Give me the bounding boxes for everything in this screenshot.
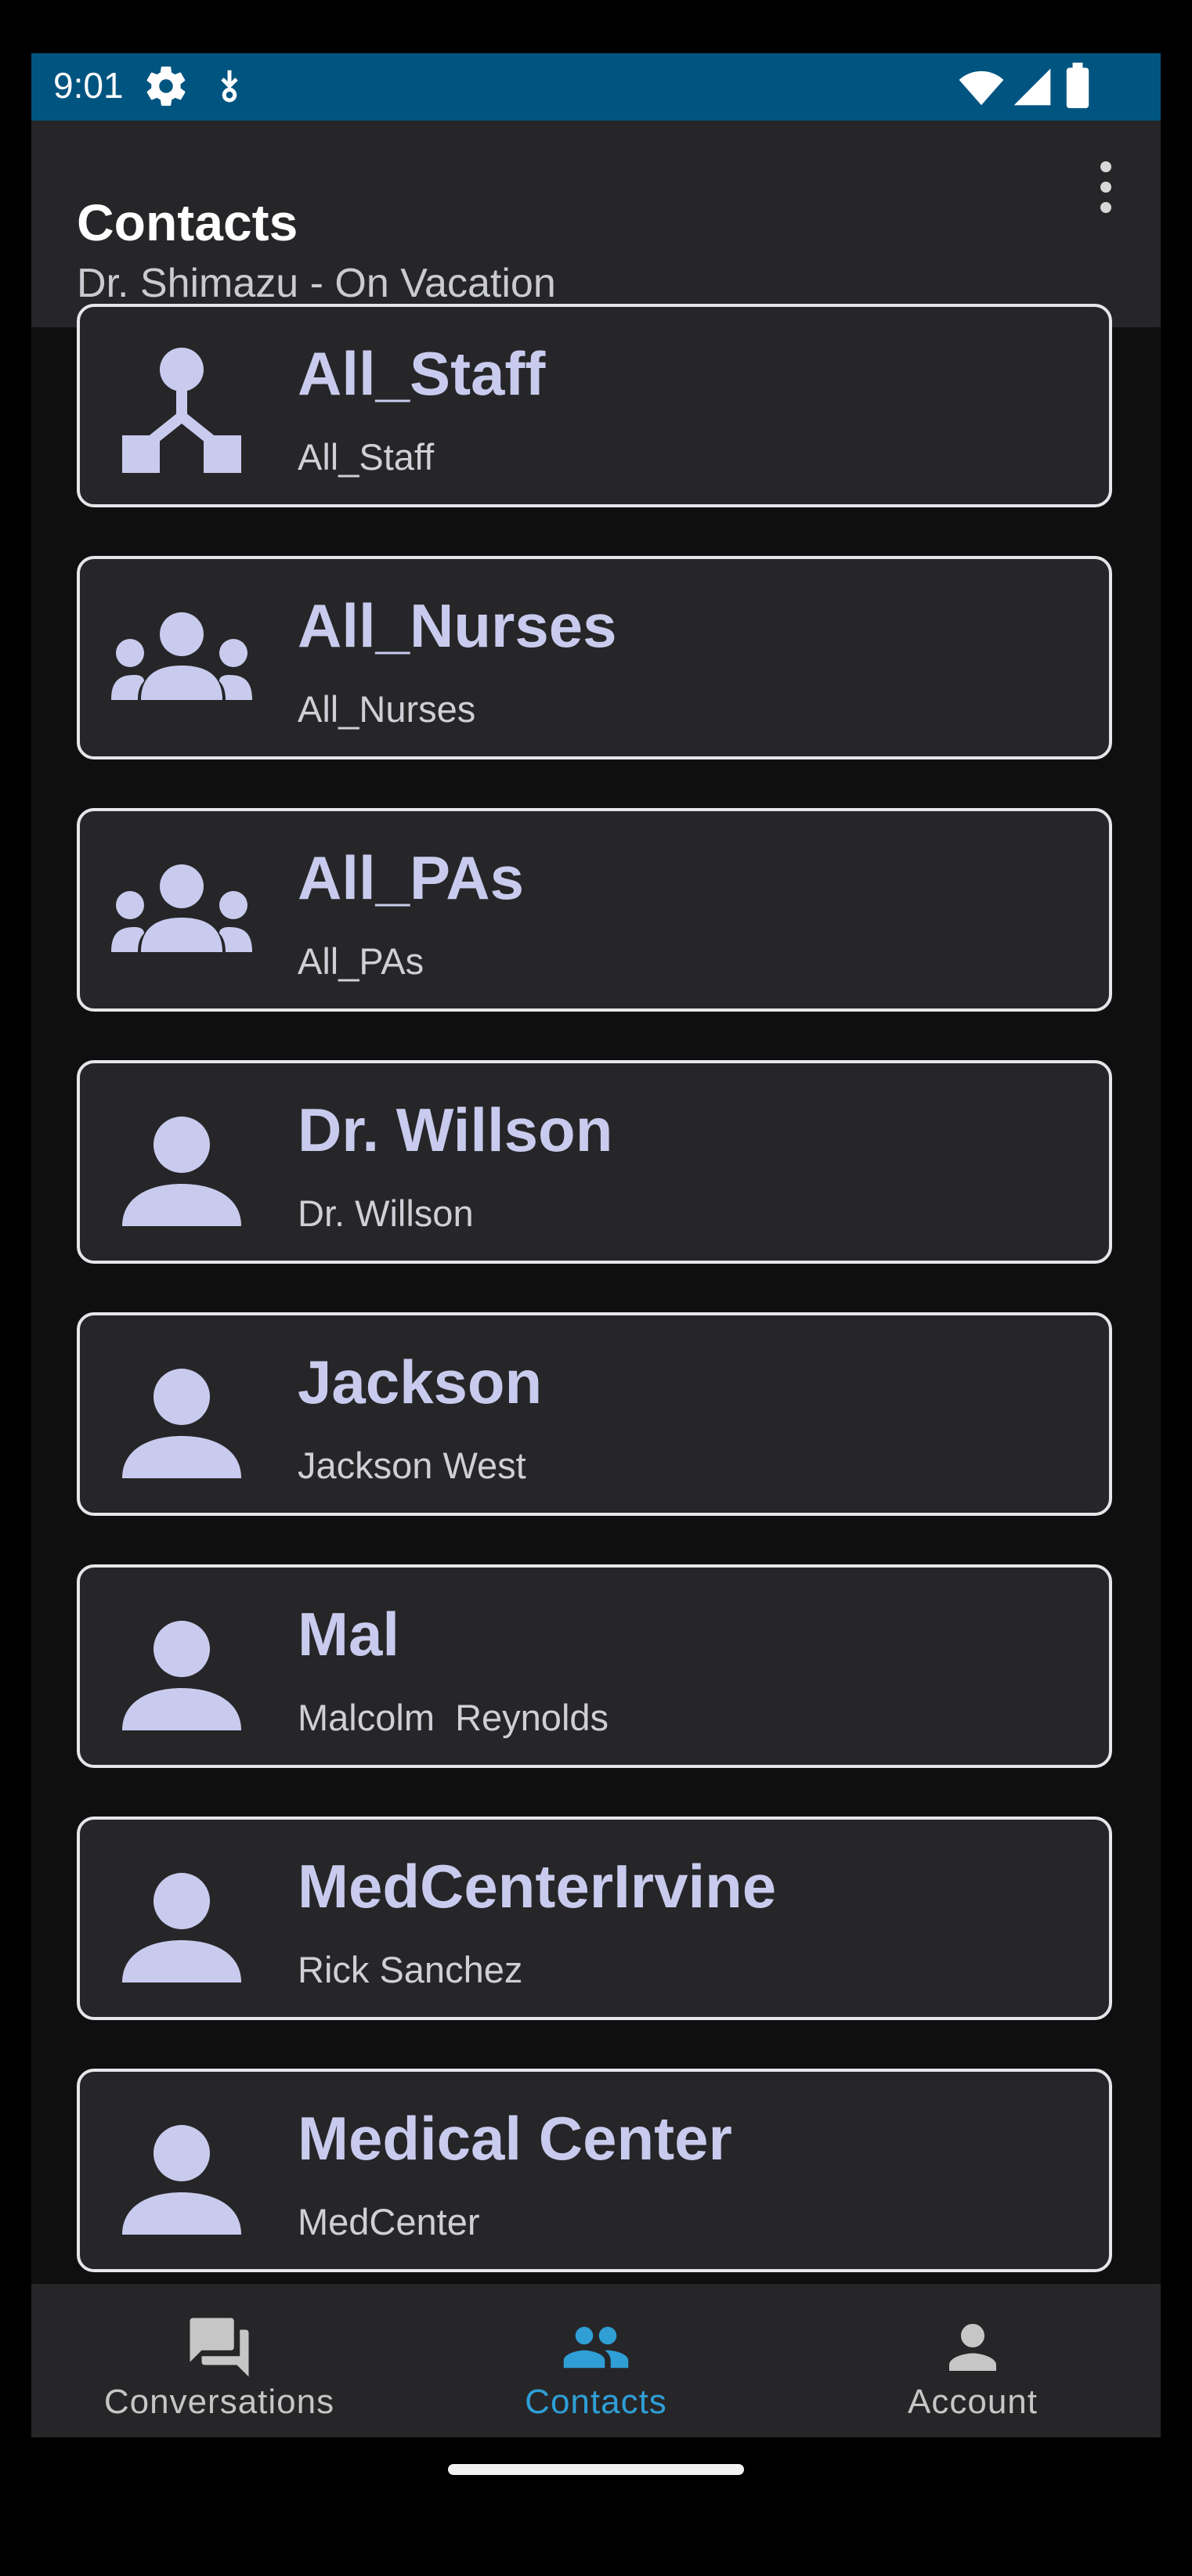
nav-conversations[interactable]: Conversations [31,2284,407,2437]
contact-title: All_Nurses [298,591,617,660]
forum-icon [190,2318,249,2377]
contact-card-medcenterirvine[interactable]: MedCenterIrvine Rick Sanchez [77,1817,1112,2020]
home-gesture-bar[interactable] [448,2464,744,2475]
contact-subtitle: All_PAs [298,940,424,982]
contact-card-jackson[interactable]: Jackson Jackson West [77,1312,1112,1516]
account-icon [949,2324,996,2371]
nav-contacts[interactable]: Contacts [408,2284,784,2437]
gesture-area [31,2437,1161,2499]
contact-card-dr-willson[interactable]: Dr. Willson Dr. Willson [77,1060,1112,1264]
group-icon [111,864,252,952]
contact-title: All_PAs [298,843,524,912]
group-icon [111,612,252,700]
people-icon [563,2326,629,2369]
status-time: 9:01 [53,65,124,106]
contact-title: All_Staff [298,339,546,408]
contact-title: Mal [298,1600,400,1669]
contact-subtitle: Jackson West [298,1445,526,1486]
gear-icon [146,66,186,106]
more-vert-icon [1090,161,1122,213]
device-frame: 9:01 Contacts Dr. Shimazu - On Vacation … [0,0,1192,2576]
bottom-navigation: Conversations Contacts Account [31,2284,1161,2437]
contact-subtitle: All_Nurses [298,688,476,730]
contact-subtitle: Rick Sanchez [298,1949,523,1990]
status-bar: 9:01 [31,53,1161,121]
contact-title: Medical Center [298,2104,732,2173]
wifi-icon [959,70,1004,106]
page-title: Contacts [77,193,298,251]
person-icon [122,1873,241,1983]
more-options-button[interactable] [1090,161,1122,232]
signal-icon [1013,68,1051,106]
contact-card-medical-center[interactable]: Medical Center MedCenter [77,2069,1112,2272]
contact-title: Jackson [298,1348,543,1416]
contact-card-mal[interactable]: Mal Malcolm Reynolds [77,1564,1112,1768]
contact-card-all-nurses[interactable]: All_Nurses All_Nurses [77,556,1112,759]
nav-label: Account [908,2383,1038,2421]
person-icon [122,1621,241,1730]
contact-subtitle: All_Staff [298,436,435,478]
person-icon [122,1117,241,1226]
battery-icon [1066,63,1089,109]
contact-subtitle: MedCenter [298,2201,480,2242]
person-icon [122,1369,241,1478]
contact-title: Dr. Willson [298,1095,613,1164]
contact-card-all-staff[interactable]: All_Staff All_Staff [77,304,1112,507]
hierarchy-icon [122,348,241,473]
download-icon [221,70,238,103]
screen: 9:01 Contacts Dr. Shimazu - On Vacation … [31,53,1161,2499]
nav-label: Conversations [103,2383,335,2421]
nav-account[interactable]: Account [785,2284,1161,2437]
contact-subtitle: Dr. Willson [298,1192,474,1234]
contact-title: MedCenterIrvine [298,1852,777,1921]
nav-label: Contacts [525,2383,667,2421]
contact-card-all-pas[interactable]: All_PAs All_PAs [77,808,1112,1012]
contact-subtitle: Malcolm Reynolds [298,1697,609,1738]
person-icon [122,2125,241,2235]
contact-list[interactable]: All_Staff All_Staff All_Nurses All_Nurse… [31,260,1161,2284]
